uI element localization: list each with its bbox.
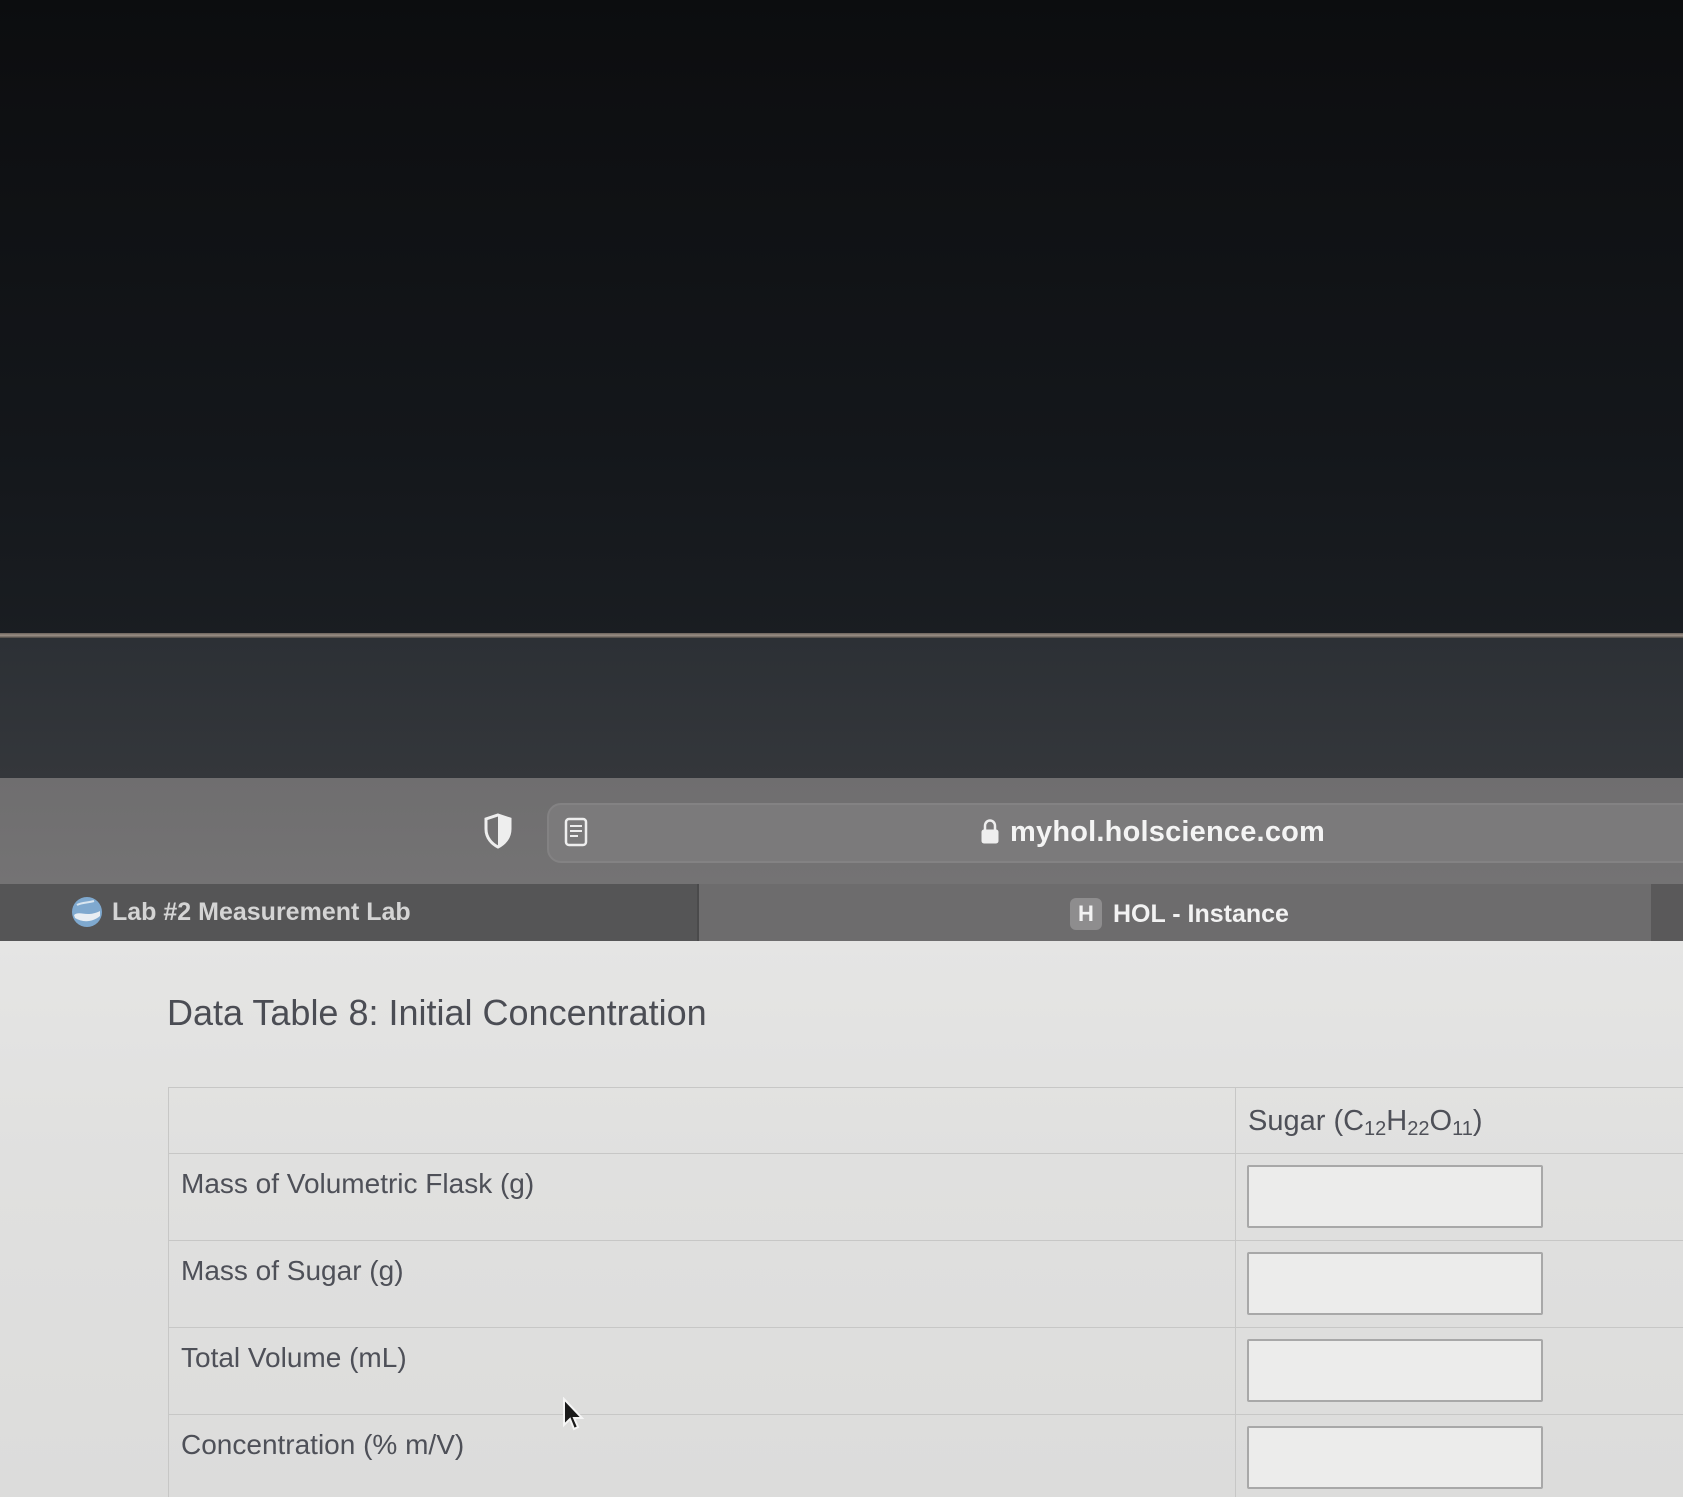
tab-label: Lab #2 Measurement Lab	[112, 898, 411, 926]
table-header-row: Sugar (C12H22O11)	[168, 1087, 1683, 1154]
reader-view-button[interactable]	[556, 812, 596, 852]
photo-of-monitor: myhol.holscience.com Lab #2 Measurement …	[0, 0, 1683, 1497]
tab-label: HOL - Instance	[1113, 900, 1289, 928]
total-volume-input[interactable]	[1247, 1339, 1543, 1402]
header-empty-cell	[168, 1087, 1236, 1154]
shield-icon	[484, 813, 512, 849]
url-display[interactable]: myhol.holscience.com	[980, 813, 1325, 851]
row-label-flask-mass: Mass of Volumetric Flask (g)	[181, 1168, 535, 1199]
row-label-sugar-mass: Mass of Sugar (g)	[181, 1255, 404, 1286]
privacy-shield-button[interactable]	[478, 811, 518, 851]
column-header-sugar: Sugar (C12H22O11)	[1248, 1105, 1483, 1140]
tab-lab-measurement[interactable]: Lab #2 Measurement Lab	[0, 884, 699, 941]
table-row: Mass of Volumetric Flask (g)	[168, 1153, 1683, 1241]
url-text: myhol.holscience.com	[1010, 815, 1326, 848]
header-sugar-cell: Sugar (C12H22O11)	[1235, 1087, 1683, 1154]
monitor-bezel	[0, 638, 1683, 778]
tab-overflow-edge	[1651, 884, 1683, 941]
row-label-concentration: Concentration (% m/V)	[181, 1429, 465, 1460]
tab-hol-instance[interactable]: H HOL - Instance	[699, 884, 1651, 941]
row-label-total-volume: Total Volume (mL)	[181, 1342, 407, 1373]
table-row: Total Volume (mL)	[168, 1327, 1683, 1415]
table-row: Mass of Sugar (g)	[168, 1240, 1683, 1328]
table-row: Concentration (% m/V)	[168, 1414, 1683, 1497]
globe-logo-icon	[72, 897, 102, 927]
data-table: Sugar (C12H22O11) Mass of Volumetric Fla…	[168, 1087, 1683, 1497]
reader-icon	[564, 817, 588, 847]
lock-icon	[981, 819, 999, 844]
concentration-input[interactable]	[1247, 1426, 1543, 1489]
flask-mass-input[interactable]	[1247, 1165, 1543, 1228]
hol-favicon-icon: H	[1070, 898, 1102, 930]
mouse-pointer-icon	[563, 1397, 585, 1431]
page-title: Data Table 8: Initial Concentration	[167, 992, 707, 1033]
sugar-mass-input[interactable]	[1247, 1252, 1543, 1315]
